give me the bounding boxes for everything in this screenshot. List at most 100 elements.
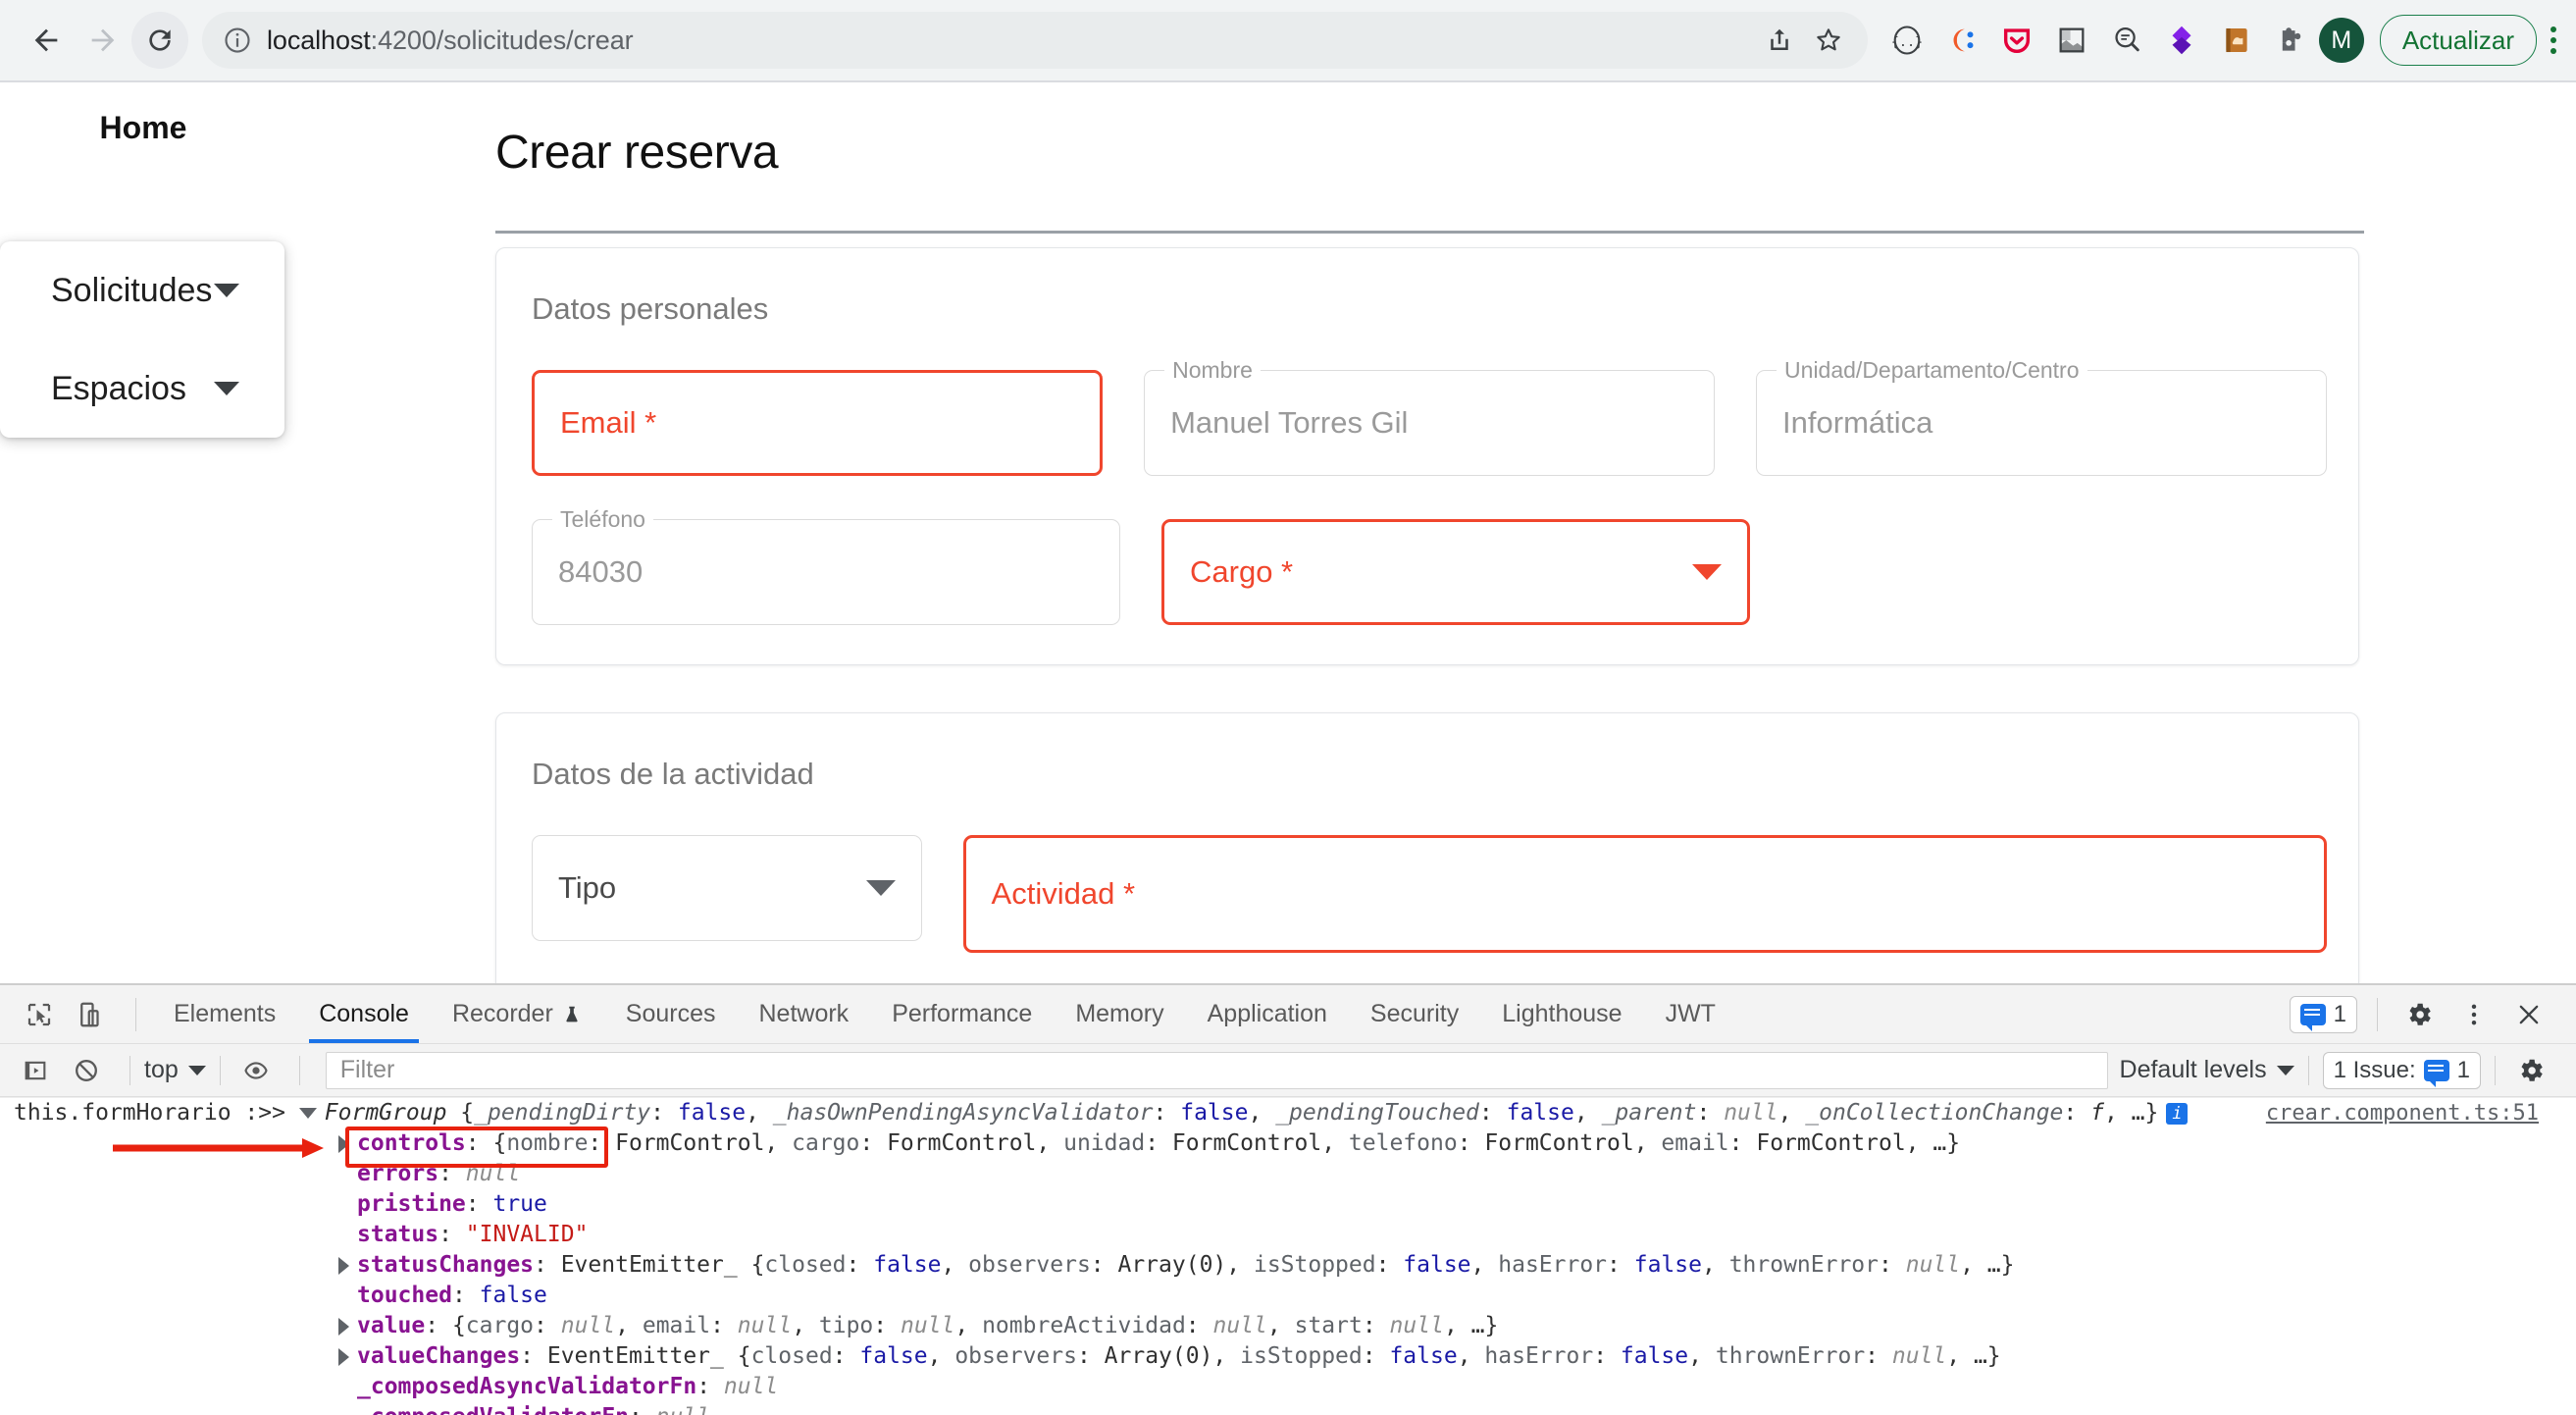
console-filter-input[interactable]: Filter bbox=[325, 1051, 2108, 1089]
console-token: _pendingDirty bbox=[474, 1100, 651, 1126]
sidebar-item-espacios[interactable]: Espacios bbox=[0, 340, 284, 438]
filterbar-divider bbox=[2307, 1055, 2309, 1085]
console-token: valueChanges bbox=[357, 1343, 521, 1369]
reload-icon[interactable] bbox=[131, 12, 188, 69]
console-token: , bbox=[792, 1313, 819, 1338]
console-token: , bbox=[1777, 1100, 1806, 1126]
console-token: hasError bbox=[1484, 1343, 1594, 1369]
site-info-icon[interactable] bbox=[220, 23, 255, 58]
tipo-select[interactable]: Tipo bbox=[532, 835, 922, 941]
console-settings-gear-icon[interactable] bbox=[2509, 1049, 2552, 1092]
console-token: : bbox=[1375, 1252, 1404, 1278]
chevron-down-icon bbox=[187, 1065, 206, 1075]
chevron-down-icon[interactable] bbox=[298, 1108, 317, 1119]
chevron-right-icon[interactable] bbox=[338, 1347, 349, 1366]
extension-icon-search-text[interactable] bbox=[2105, 19, 2148, 62]
console-token: : bbox=[1153, 1100, 1181, 1126]
console-token: unidad bbox=[1063, 1130, 1146, 1156]
tab-memory[interactable]: Memory bbox=[1054, 986, 1185, 1043]
actividad-field[interactable]: Actividad * bbox=[962, 835, 2327, 953]
unidad-field[interactable]: Unidad/Departamento/Centro Informática bbox=[1756, 357, 2327, 476]
tab-performance[interactable]: Performance bbox=[870, 986, 1054, 1043]
close-icon[interactable] bbox=[2507, 993, 2550, 1036]
cargo-select[interactable]: Cargo * bbox=[1161, 519, 1750, 625]
log-levels-select[interactable]: Default levels bbox=[2120, 1056, 2294, 1084]
gear-icon[interactable] bbox=[2397, 993, 2441, 1036]
address-bar[interactable]: localhost:4200/solicitudes/crear bbox=[202, 12, 1868, 69]
sidebar-home-title[interactable]: Home bbox=[0, 82, 286, 146]
console-token: null bbox=[1905, 1252, 1961, 1278]
page-title: Crear reserva bbox=[495, 127, 779, 179]
telefono-field[interactable]: Teléfono 84030 bbox=[532, 506, 1120, 625]
extension-icon-camel[interactable] bbox=[2215, 19, 2258, 62]
bookmark-star-icon[interactable] bbox=[1807, 19, 1850, 62]
console-token: : bbox=[710, 1313, 738, 1338]
filterbar-divider bbox=[219, 1055, 221, 1085]
device-toolbar-icon[interactable] bbox=[69, 993, 112, 1036]
console-token: , bbox=[746, 1100, 773, 1126]
console-sidebar-toggle-icon[interactable] bbox=[14, 1049, 57, 1092]
chevron-right-icon[interactable] bbox=[338, 1317, 349, 1336]
tab-elements[interactable]: Elements bbox=[152, 986, 297, 1043]
console-token: false bbox=[479, 1283, 547, 1308]
tab-jwt[interactable]: JWT bbox=[1644, 986, 1737, 1043]
tab-recorder[interactable]: Recorder bbox=[431, 986, 604, 1043]
email-field[interactable]: Email * bbox=[532, 370, 1104, 476]
console-token: : bbox=[451, 1283, 480, 1308]
console-token: : bbox=[1362, 1313, 1390, 1338]
clear-console-icon[interactable] bbox=[65, 1049, 108, 1092]
extension-icon-clockify[interactable] bbox=[1940, 19, 1984, 62]
chevron-right-icon[interactable] bbox=[338, 1256, 349, 1275]
tab-security[interactable]: Security bbox=[1349, 986, 1480, 1043]
extension-icon-screenshot[interactable] bbox=[2050, 19, 2093, 62]
annotation-arrow bbox=[113, 1138, 324, 1158]
nombre-field[interactable]: Nombre Manuel Torres Gil bbox=[1144, 357, 1716, 476]
message-icon bbox=[2423, 1059, 2449, 1087]
tab-application[interactable]: Application bbox=[1186, 986, 1349, 1043]
console-token: , bbox=[1457, 1343, 1485, 1369]
share-icon[interactable] bbox=[1758, 19, 1801, 62]
devtools-tabbar: Elements Console Recorder Sources Networ… bbox=[0, 985, 2576, 1044]
message-icon bbox=[2299, 1003, 2326, 1031]
issues-summary-chip[interactable]: 1 Issue: 1 bbox=[2322, 1051, 2481, 1089]
svg-text:{..}: {..} bbox=[1891, 34, 1924, 50]
extension-icon-pocket[interactable] bbox=[1995, 19, 2038, 62]
back-icon[interactable] bbox=[18, 12, 75, 69]
console-token: closed bbox=[764, 1252, 847, 1278]
extension-icon-bracket[interactable]: {..} bbox=[1885, 19, 1929, 62]
app-root: localhost:4200/solicitudes/crear {..} M … bbox=[0, 0, 2576, 1415]
execution-context-select[interactable]: top bbox=[144, 1056, 206, 1084]
console-line: this.formHorario :>> FormGroup {_pending… bbox=[0, 1097, 2576, 1128]
puzzle-icon[interactable] bbox=[2270, 19, 2313, 62]
console-token: , bbox=[1701, 1252, 1729, 1278]
console-token: thrownError bbox=[1715, 1343, 1866, 1369]
console-line: _composedValidatorFn: null bbox=[0, 1402, 2576, 1415]
console-token: : bbox=[465, 1191, 493, 1217]
info-badge-icon[interactable]: i bbox=[2166, 1102, 2189, 1125]
console-token: false bbox=[1403, 1252, 1471, 1278]
devtools-menu-icon[interactable] bbox=[2452, 993, 2496, 1036]
tab-lighthouse[interactable]: Lighthouse bbox=[1480, 986, 1643, 1043]
telefono-value: 84030 bbox=[558, 554, 644, 589]
chevron-down-icon bbox=[214, 382, 239, 395]
tab-network[interactable]: Network bbox=[738, 986, 871, 1043]
sidebar-item-label: Espacios bbox=[51, 369, 186, 407]
forward-icon[interactable] bbox=[75, 12, 131, 69]
console-token: : bbox=[1696, 1100, 1725, 1126]
update-button[interactable]: Actualizar bbox=[2379, 15, 2537, 66]
extension-icon-diamond[interactable] bbox=[2160, 19, 2203, 62]
inspect-element-icon[interactable] bbox=[18, 993, 61, 1036]
sidebar-item-solicitudes[interactable]: Solicitudes bbox=[0, 241, 284, 340]
console-token: hasError bbox=[1498, 1252, 1608, 1278]
tab-sources[interactable]: Sources bbox=[604, 986, 738, 1043]
console-token: cargo bbox=[465, 1313, 535, 1338]
tab-console[interactable]: Console bbox=[297, 986, 431, 1043]
console-token: isStopped bbox=[1253, 1252, 1376, 1278]
browser-menu-icon[interactable] bbox=[2550, 26, 2556, 54]
console-source-link[interactable]: crear.component.ts:51 bbox=[2266, 1098, 2539, 1128]
console-token: email bbox=[1661, 1130, 1729, 1156]
avatar[interactable]: M bbox=[2318, 18, 2364, 63]
live-expression-eye-icon[interactable] bbox=[234, 1049, 278, 1092]
console-token: : EventEmitter_ { bbox=[534, 1252, 765, 1278]
issues-badge[interactable]: 1 bbox=[2289, 995, 2357, 1033]
